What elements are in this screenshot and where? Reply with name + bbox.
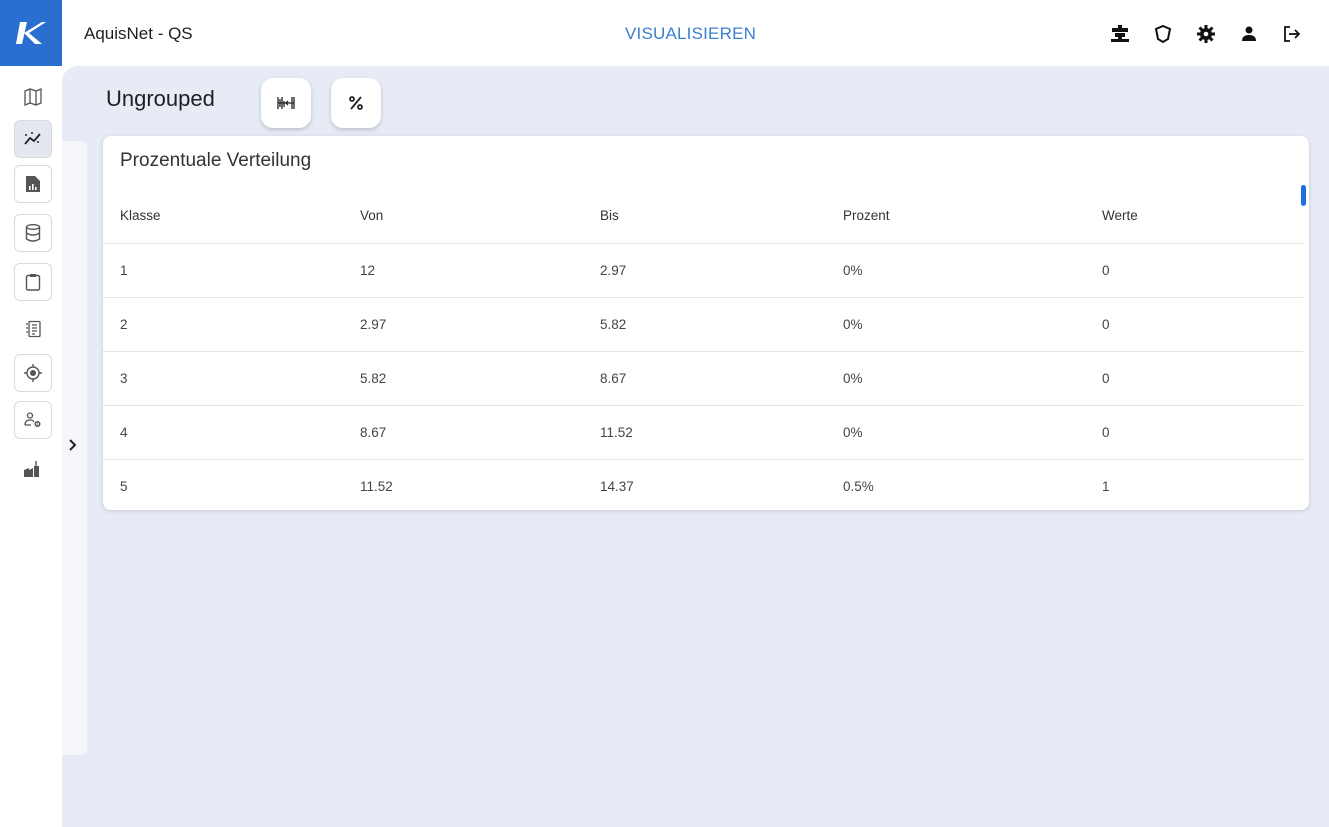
card-title: Prozentuale Verteilung [120,150,312,171]
section-title[interactable]: VISUALISIEREN [625,24,756,44]
column-header-bis: Bis [583,189,826,244]
machine-icon[interactable] [1108,22,1131,45]
cell-bis: 11.52 [583,405,826,460]
cell-klasse: 5 [120,478,128,494]
table-row: 3 5.82 8.67 0% 0 [103,351,1303,406]
percent-icon [349,96,363,110]
column-header-werte: Werte [1085,189,1303,244]
table-row: 1 12 2.97 0% 0 [103,243,1303,298]
cell-prozent: 0.5% [843,478,874,494]
document-list-icon[interactable] [14,310,52,348]
chevron-right-icon [69,439,77,451]
histogram-icon [277,97,295,109]
cell-werte: 0 [1085,297,1303,352]
table-row: 2 2.97 5.82 0% 0 [103,297,1303,352]
cell-klasse: 4 [103,405,343,460]
app-title: AquisNet - QS [84,24,193,43]
percent-button[interactable] [331,78,381,128]
gear-icon[interactable] [1194,22,1217,45]
user-icon[interactable] [1237,22,1260,45]
report-icon[interactable] [14,165,52,203]
top-bar: AquisNet - QS VISUALISIEREN [0,0,1329,66]
left-rail [0,66,62,827]
cell-werte: 0 [1085,243,1303,298]
distribution-card: Prozentuale Verteilung Klasse Von Bis Pr… [103,136,1309,510]
table-row: 4 8.67 11.52 0% 0 [103,405,1303,460]
factory-icon[interactable] [14,450,52,488]
cell-klasse: 1 [103,243,343,298]
cell-von: 2.97 [343,297,583,352]
app-logo[interactable] [0,0,62,66]
cell-klasse: 2 [103,297,343,352]
group-title: Ungrouped [106,86,215,111]
map-icon[interactable] [14,78,52,116]
cell-klasse: 3 [103,351,343,406]
cell-bis: 8.67 [583,351,826,406]
user-settings-icon[interactable] [14,401,52,439]
column-header-von: Von [343,189,583,244]
cell-bis: 2.97 [583,243,826,298]
cell-werte: 1 [1102,478,1110,494]
logo-icon [16,22,46,44]
logout-icon[interactable] [1280,22,1303,45]
cell-von: 5.82 [343,351,583,406]
clipboard-icon[interactable] [14,263,52,301]
target-icon[interactable] [14,354,52,392]
main-content: Ungrouped Prozentuale Verteilung Klasse … [62,66,1329,827]
cell-prozent: 0% [826,351,1085,406]
column-header-klasse: Klasse [103,189,343,244]
cell-werte: 0 [1085,405,1303,460]
cell-prozent: 0% [826,405,1085,460]
expand-panel-button[interactable] [68,438,78,457]
cell-von: 12 [343,243,583,298]
cell-von: 8.67 [343,405,583,460]
column-header-prozent: Prozent [826,189,1085,244]
cell-von: 11.52 [360,478,393,494]
cell-prozent: 0% [826,243,1085,298]
distribution-table: Klasse Von Bis Prozent Werte 1 12 2.97 0… [103,189,1303,510]
histogram-button[interactable] [261,78,311,128]
shield-icon[interactable] [1151,22,1174,45]
cell-bis: 5.82 [583,297,826,352]
database-icon[interactable] [14,214,52,252]
cell-werte: 0 [1085,351,1303,406]
cell-prozent: 0% [826,297,1085,352]
table-row: 5 11.52 14.37 0.5% 1 [103,459,1303,510]
visualize-icon[interactable] [14,120,52,158]
cell-bis: 14.37 [600,478,634,494]
table-header-row: Klasse Von Bis Prozent Werte [103,189,1303,244]
